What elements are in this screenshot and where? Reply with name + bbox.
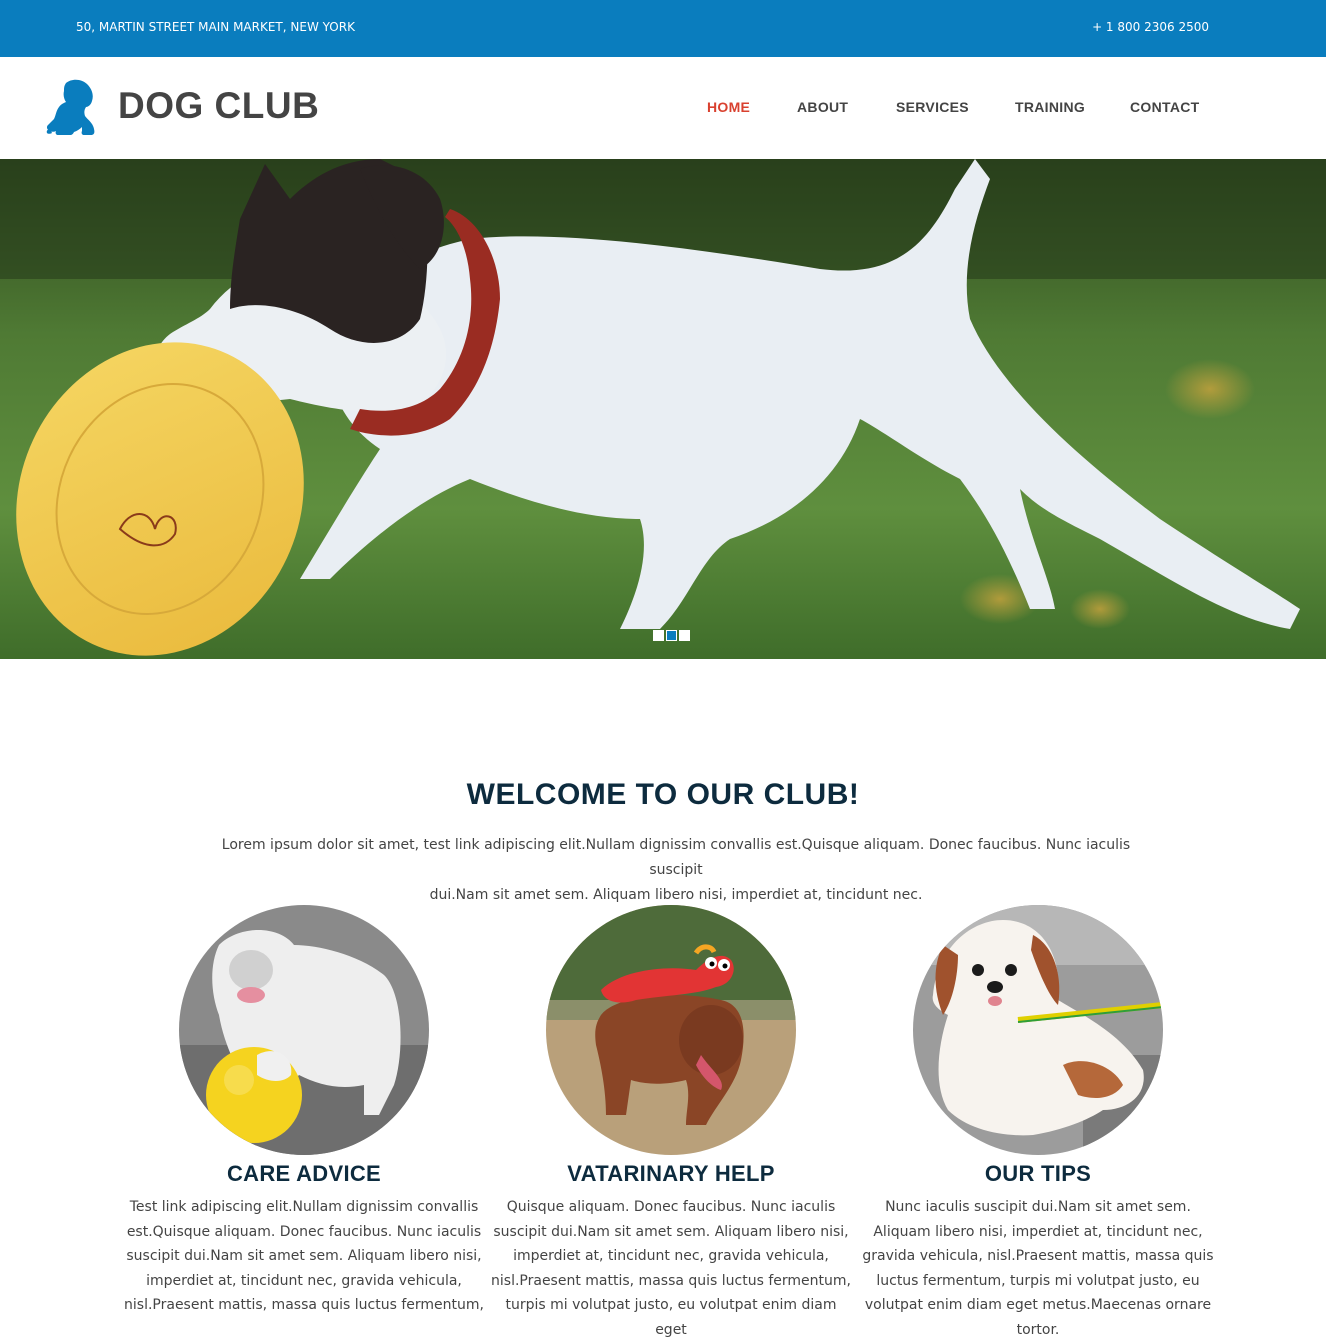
feature-care-advice: CARE ADVICE Test link adipiscing elit.Nu… <box>124 905 484 1318</box>
welcome-text: Lorem ipsum dolor sit amet, test link ad… <box>213 833 1139 908</box>
hero-dog-frisbee-image <box>0 159 1326 659</box>
welcome-text-line-1: Lorem ipsum dolor sit amet, test link ad… <box>221 837 1131 878</box>
feature-text: Test link adipiscing elit.Nullam digniss… <box>124 1199 484 1314</box>
slider-dot-1[interactable] <box>653 630 664 641</box>
hero-slider[interactable] <box>0 159 1326 659</box>
nav-training[interactable]: TRAINING <box>1015 99 1085 115</box>
welcome-heading: WELCOME TO OUR CLUB! <box>466 778 860 811</box>
top-info-bar: 50, MARTIN STREET MAIN MARKET, NEW YORK … <box>0 0 1326 57</box>
phone-number[interactable]: + 1 800 2306 2500 <box>1092 20 1209 34</box>
welcome-text-line-2: dui.Nam sit amet sem. Aliquam libero nis… <box>429 887 923 903</box>
bulldog-ball-image <box>179 905 429 1155</box>
nav-about[interactable]: ABOUT <box>797 99 848 115</box>
feature-vatarinary-help: VATARINARY HELP Quisque aliquam. Donec f… <box>491 905 851 1343</box>
shih-tzu-leash-image <box>913 905 1163 1155</box>
site-header: DOG CLUB HOME ABOUT SERVICES TRAINING CO… <box>0 57 1326 159</box>
feature-title: CARE ADVICE <box>226 1161 382 1186</box>
feature-text: Nunc iaculis suscipit dui.Nam sit amet s… <box>862 1199 1214 1338</box>
feature-title: OUR TIPS <box>984 1161 1092 1186</box>
address-text: 50, MARTIN STREET MAIN MARKET, NEW YORK <box>76 20 355 34</box>
nav-contact[interactable]: CONTACT <box>1130 99 1200 115</box>
feature-text: Quisque aliquam. Donec faucibus. Nunc ia… <box>491 1199 851 1338</box>
feature-our-tips: OUR TIPS Nunc iaculis suscipit dui.Nam s… <box>858 905 1218 1343</box>
slider-dot-3[interactable] <box>679 630 690 641</box>
main-nav: HOME ABOUT SERVICES TRAINING CONTACT <box>0 99 1326 119</box>
mastiff-toy-image <box>546 905 796 1155</box>
nav-services[interactable]: SERVICES <box>896 99 969 115</box>
slider-dot-2[interactable] <box>666 630 677 641</box>
nav-home[interactable]: HOME <box>707 99 750 115</box>
feature-title: VATARINARY HELP <box>567 1161 775 1186</box>
